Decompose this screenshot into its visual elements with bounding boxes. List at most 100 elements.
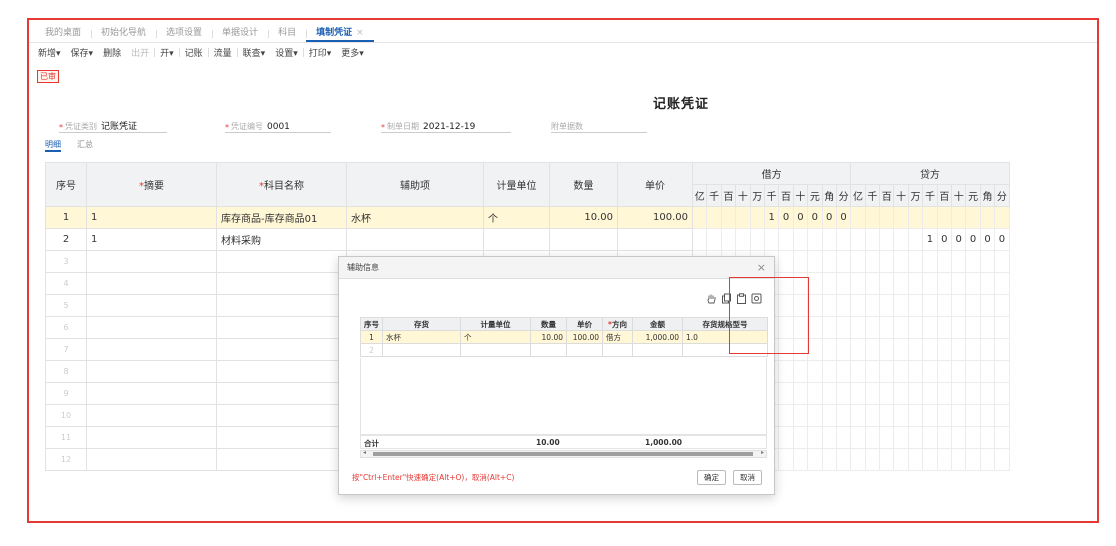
credit-digit-cell[interactable]: 1 [922,228,938,251]
row-account[interactable]: 库存商品-库存商品01 [216,206,347,229]
aux-cell-seq[interactable]: 1 [360,330,383,344]
debit-digit-cell[interactable] [778,404,794,427]
save-button[interactable]: 保存▾ [66,46,99,59]
aux-cell-price[interactable] [566,343,603,357]
tab-close-icon[interactable]: × [356,28,364,38]
row-account[interactable]: 材料采购 [216,228,347,251]
aux-cell-price[interactable]: 100.00 [566,330,603,344]
credit-digit-cell[interactable] [864,360,881,383]
row-summary[interactable] [86,360,217,383]
row-account[interactable] [216,316,347,339]
settings-icon[interactable] [751,293,762,304]
row-aux[interactable] [346,228,484,251]
debit-digit-cell[interactable] [735,228,751,251]
credit-digit-cell[interactable] [994,338,1010,361]
row-summary[interactable]: 1 [86,228,217,251]
credit-digit-cell[interactable] [922,338,938,361]
row-account[interactable] [216,448,347,471]
credit-digit-cell[interactable] [893,360,909,383]
debit-digit-cell[interactable] [835,316,852,339]
debit-digit-cell[interactable] [821,382,837,405]
copy-icon[interactable] [721,293,732,304]
debit-digit-cell[interactable] [807,338,823,361]
credit-digit-cell[interactable] [850,228,866,251]
credit-digit-cell[interactable] [907,250,924,273]
audit-button[interactable]: 开▾ [155,46,179,59]
aux-cell-direction[interactable] [602,343,633,357]
credit-digit-cell[interactable] [965,426,981,449]
row-summary[interactable] [86,426,217,449]
debit-digit-cell[interactable]: 0 [792,206,809,229]
unlock-button[interactable]: 出开 [126,46,154,59]
credit-digit-cell[interactable] [979,382,996,405]
credit-digit-cell[interactable] [965,338,981,361]
credit-digit-cell[interactable] [979,426,996,449]
debit-digit-cell[interactable] [778,272,794,295]
row-seq[interactable]: 7 [45,338,87,361]
credit-digit-cell[interactable] [879,250,895,273]
aux-cell-direction[interactable]: 借方 [602,330,633,344]
credit-digit-cell[interactable] [979,338,996,361]
credit-digit-cell[interactable] [951,250,967,273]
aux-cell-amount[interactable] [632,343,683,357]
row-seq[interactable]: 3 [45,250,87,273]
credit-digit-cell[interactable] [936,338,953,361]
aux-cell-seq[interactable]: 2 [360,343,383,357]
credit-digit-cell[interactable] [893,228,909,251]
credit-digit-cell[interactable] [994,250,1010,273]
credit-digit-cell[interactable] [936,404,953,427]
debit-digit-cell[interactable] [792,228,809,251]
credit-digit-cell[interactable] [879,448,895,471]
debit-digit-cell[interactable] [735,206,751,229]
credit-digit-cell[interactable] [936,360,953,383]
tab-accounts[interactable]: 科目 [268,26,306,42]
aux-cell-amount[interactable]: 1,000.00 [632,330,683,344]
credit-digit-cell[interactable] [965,404,981,427]
credit-digit-cell[interactable] [893,250,909,273]
credit-digit-cell[interactable] [879,294,895,317]
credit-digit-cell[interactable] [994,272,1010,295]
debit-digit-cell[interactable] [720,228,737,251]
attachments-field[interactable]: 附单据数 [551,120,647,133]
row-seq[interactable]: 10 [45,404,87,427]
row-summary[interactable] [86,272,217,295]
credit-digit-cell[interactable] [922,272,938,295]
aux-cell-qty[interactable]: 10.00 [530,330,567,344]
debit-digit-cell[interactable] [821,360,837,383]
credit-digit-cell[interactable] [965,272,981,295]
debit-digit-cell[interactable] [835,228,852,251]
credit-digit-cell[interactable] [951,294,967,317]
row-price[interactable]: 100.00 [617,206,693,229]
debit-digit-cell[interactable] [778,360,794,383]
credit-digit-cell[interactable] [965,316,981,339]
credit-digit-cell[interactable] [936,448,953,471]
debit-digit-cell[interactable] [778,448,794,471]
debit-digit-cell[interactable] [792,382,809,405]
row-account[interactable] [216,272,347,295]
credit-digit-cell[interactable] [922,404,938,427]
debit-digit-cell[interactable] [835,360,852,383]
credit-digit-cell[interactable] [951,360,967,383]
aux-cell-unit[interactable] [460,343,531,357]
credit-digit-cell[interactable] [965,206,981,229]
credit-digit-cell[interactable] [907,426,924,449]
credit-digit-cell[interactable]: 0 [979,228,996,251]
credit-digit-cell[interactable] [907,404,924,427]
table-row[interactable]: 2 1 材料采购 1 0 0 0 0 0 [45,228,1010,251]
credit-digit-cell[interactable] [879,228,895,251]
row-qty[interactable]: 10.00 [549,206,618,229]
credit-digit-cell[interactable] [907,316,924,339]
credit-digit-cell[interactable] [936,250,953,273]
credit-digit-cell[interactable] [893,316,909,339]
row-summary[interactable] [86,250,217,273]
credit-digit-cell[interactable] [936,294,953,317]
debit-digit-cell[interactable] [807,316,823,339]
credit-digit-cell[interactable] [922,426,938,449]
debit-digit-cell[interactable] [807,272,823,295]
credit-digit-cell[interactable] [879,360,895,383]
aux-cell-qty[interactable] [530,343,567,357]
credit-digit-cell[interactable] [979,448,996,471]
debit-digit-cell[interactable] [792,360,809,383]
debit-digit-cell[interactable] [691,228,708,251]
debit-digit-cell[interactable]: 0 [807,206,823,229]
